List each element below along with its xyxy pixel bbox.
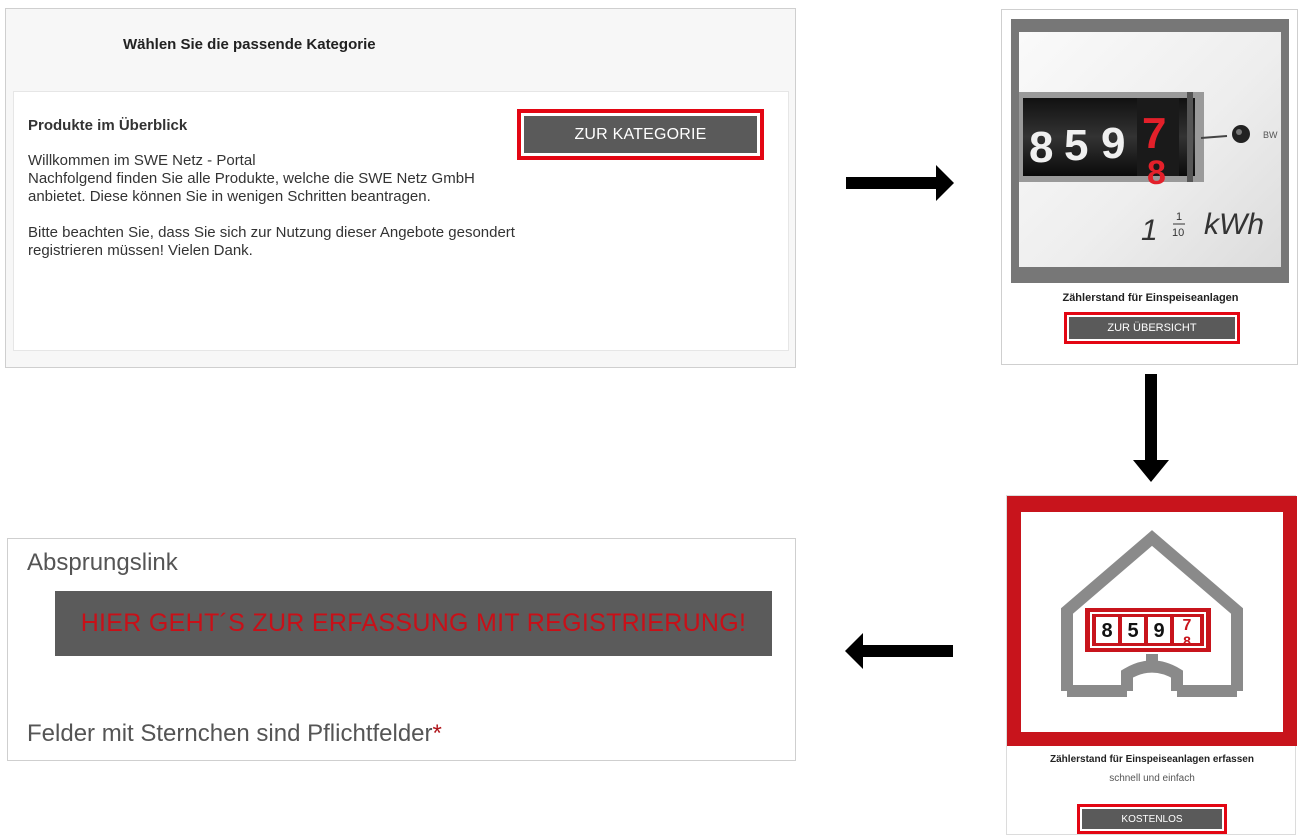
category-panel: Wählen Sie die passende Kategorie Produk… [5, 8, 796, 368]
product-overview-text: Willkommen im SWE Netz - Portal Nachfolg… [28, 152, 518, 278]
required-fields-text: Felder mit Sternchen sind Pflichtfelder [27, 720, 433, 747]
product-card-subcaption: schnell und einfach [1109, 773, 1195, 784]
logo-digit-red-1: 7 [1183, 617, 1192, 634]
absprungslink-label: Absprungslink [27, 549, 178, 576]
registration-link-panel: Absprungslink HIER GEHT´S ZUR ERFASSUNG … [7, 538, 796, 761]
house-meter-logo: 8 5 9 7 8 [1007, 496, 1297, 746]
meter-digit-3: 9 [1101, 119, 1125, 168]
product-overview-heading: Produkte im Überblick [28, 117, 188, 134]
arrow-right-icon [846, 165, 954, 201]
meter-digit-red-1: 7 [1142, 109, 1166, 158]
logo-digit-3: 9 [1153, 620, 1164, 642]
meter-digit-2: 5 [1064, 121, 1088, 170]
meter-scale-fraction-den: 10 [1172, 227, 1184, 239]
required-star: * [432, 720, 442, 747]
svg-text:BW: BW [1263, 130, 1278, 140]
intro-text: Nachfolgend finden Sie alle Produkte, we… [28, 170, 475, 205]
meter-product-card: 8 5 9 7 8 Zählerstand für Einspeiseanlag… [1006, 495, 1297, 835]
zur-kategorie-button[interactable]: ZUR KATEGORIE [524, 116, 757, 153]
kostenlos-button[interactable]: KOSTENLOS [1082, 809, 1222, 829]
meter-scale-1: 1 [1141, 214, 1158, 247]
welcome-text: Willkommen im SWE Netz - Portal [28, 152, 256, 169]
meter-scale-fraction-num: 1 [1176, 211, 1182, 223]
meter-illustration: 8 5 9 7 8 BW 1 1 10 kWh [1019, 92, 1278, 247]
meter-digit-1: 8 [1029, 123, 1053, 172]
meter-photo: 8 5 9 7 8 BW 1 1 10 kWh [1011, 19, 1289, 283]
highlight-frame: KOSTENLOS [1077, 804, 1227, 834]
meter-category-card: 8 5 9 7 8 BW 1 1 10 kWh Zählerstand für … [1001, 9, 1298, 365]
logo-digit-red-2: 8 [1183, 633, 1191, 649]
registration-notice: Bitte beachten Sie, dass Sie sich zur Nu… [28, 224, 515, 259]
arrow-down-icon [1133, 374, 1169, 482]
zur-uebersicht-button[interactable]: ZUR ÜBERSICHT [1069, 317, 1235, 339]
product-overview-card: Produkte im Überblick Willkommen im SWE … [13, 91, 789, 351]
meter-digit-red-2: 8 [1147, 154, 1166, 192]
arrow-left-icon [845, 633, 953, 669]
meter-card-caption: Zählerstand für Einspeiseanlagen [1062, 292, 1239, 304]
logo-digit-2: 5 [1127, 620, 1138, 642]
registration-link-button[interactable]: HIER GEHT´S ZUR ERFASSUNG MIT REGISTRIER… [55, 591, 772, 656]
category-title: Wählen Sie die passende Kategorie [123, 36, 376, 53]
meter-unit: kWh [1204, 208, 1264, 241]
required-fields-note: Felder mit Sternchen sind Pflichtfelder* [27, 720, 442, 748]
logo-digit-1: 8 [1101, 620, 1112, 642]
highlight-frame: ZUR ÜBERSICHT [1064, 312, 1240, 344]
highlight-frame: ZUR KATEGORIE [517, 109, 764, 160]
product-card-caption: Zählerstand für Einspeiseanlagen erfasse… [1050, 754, 1254, 765]
